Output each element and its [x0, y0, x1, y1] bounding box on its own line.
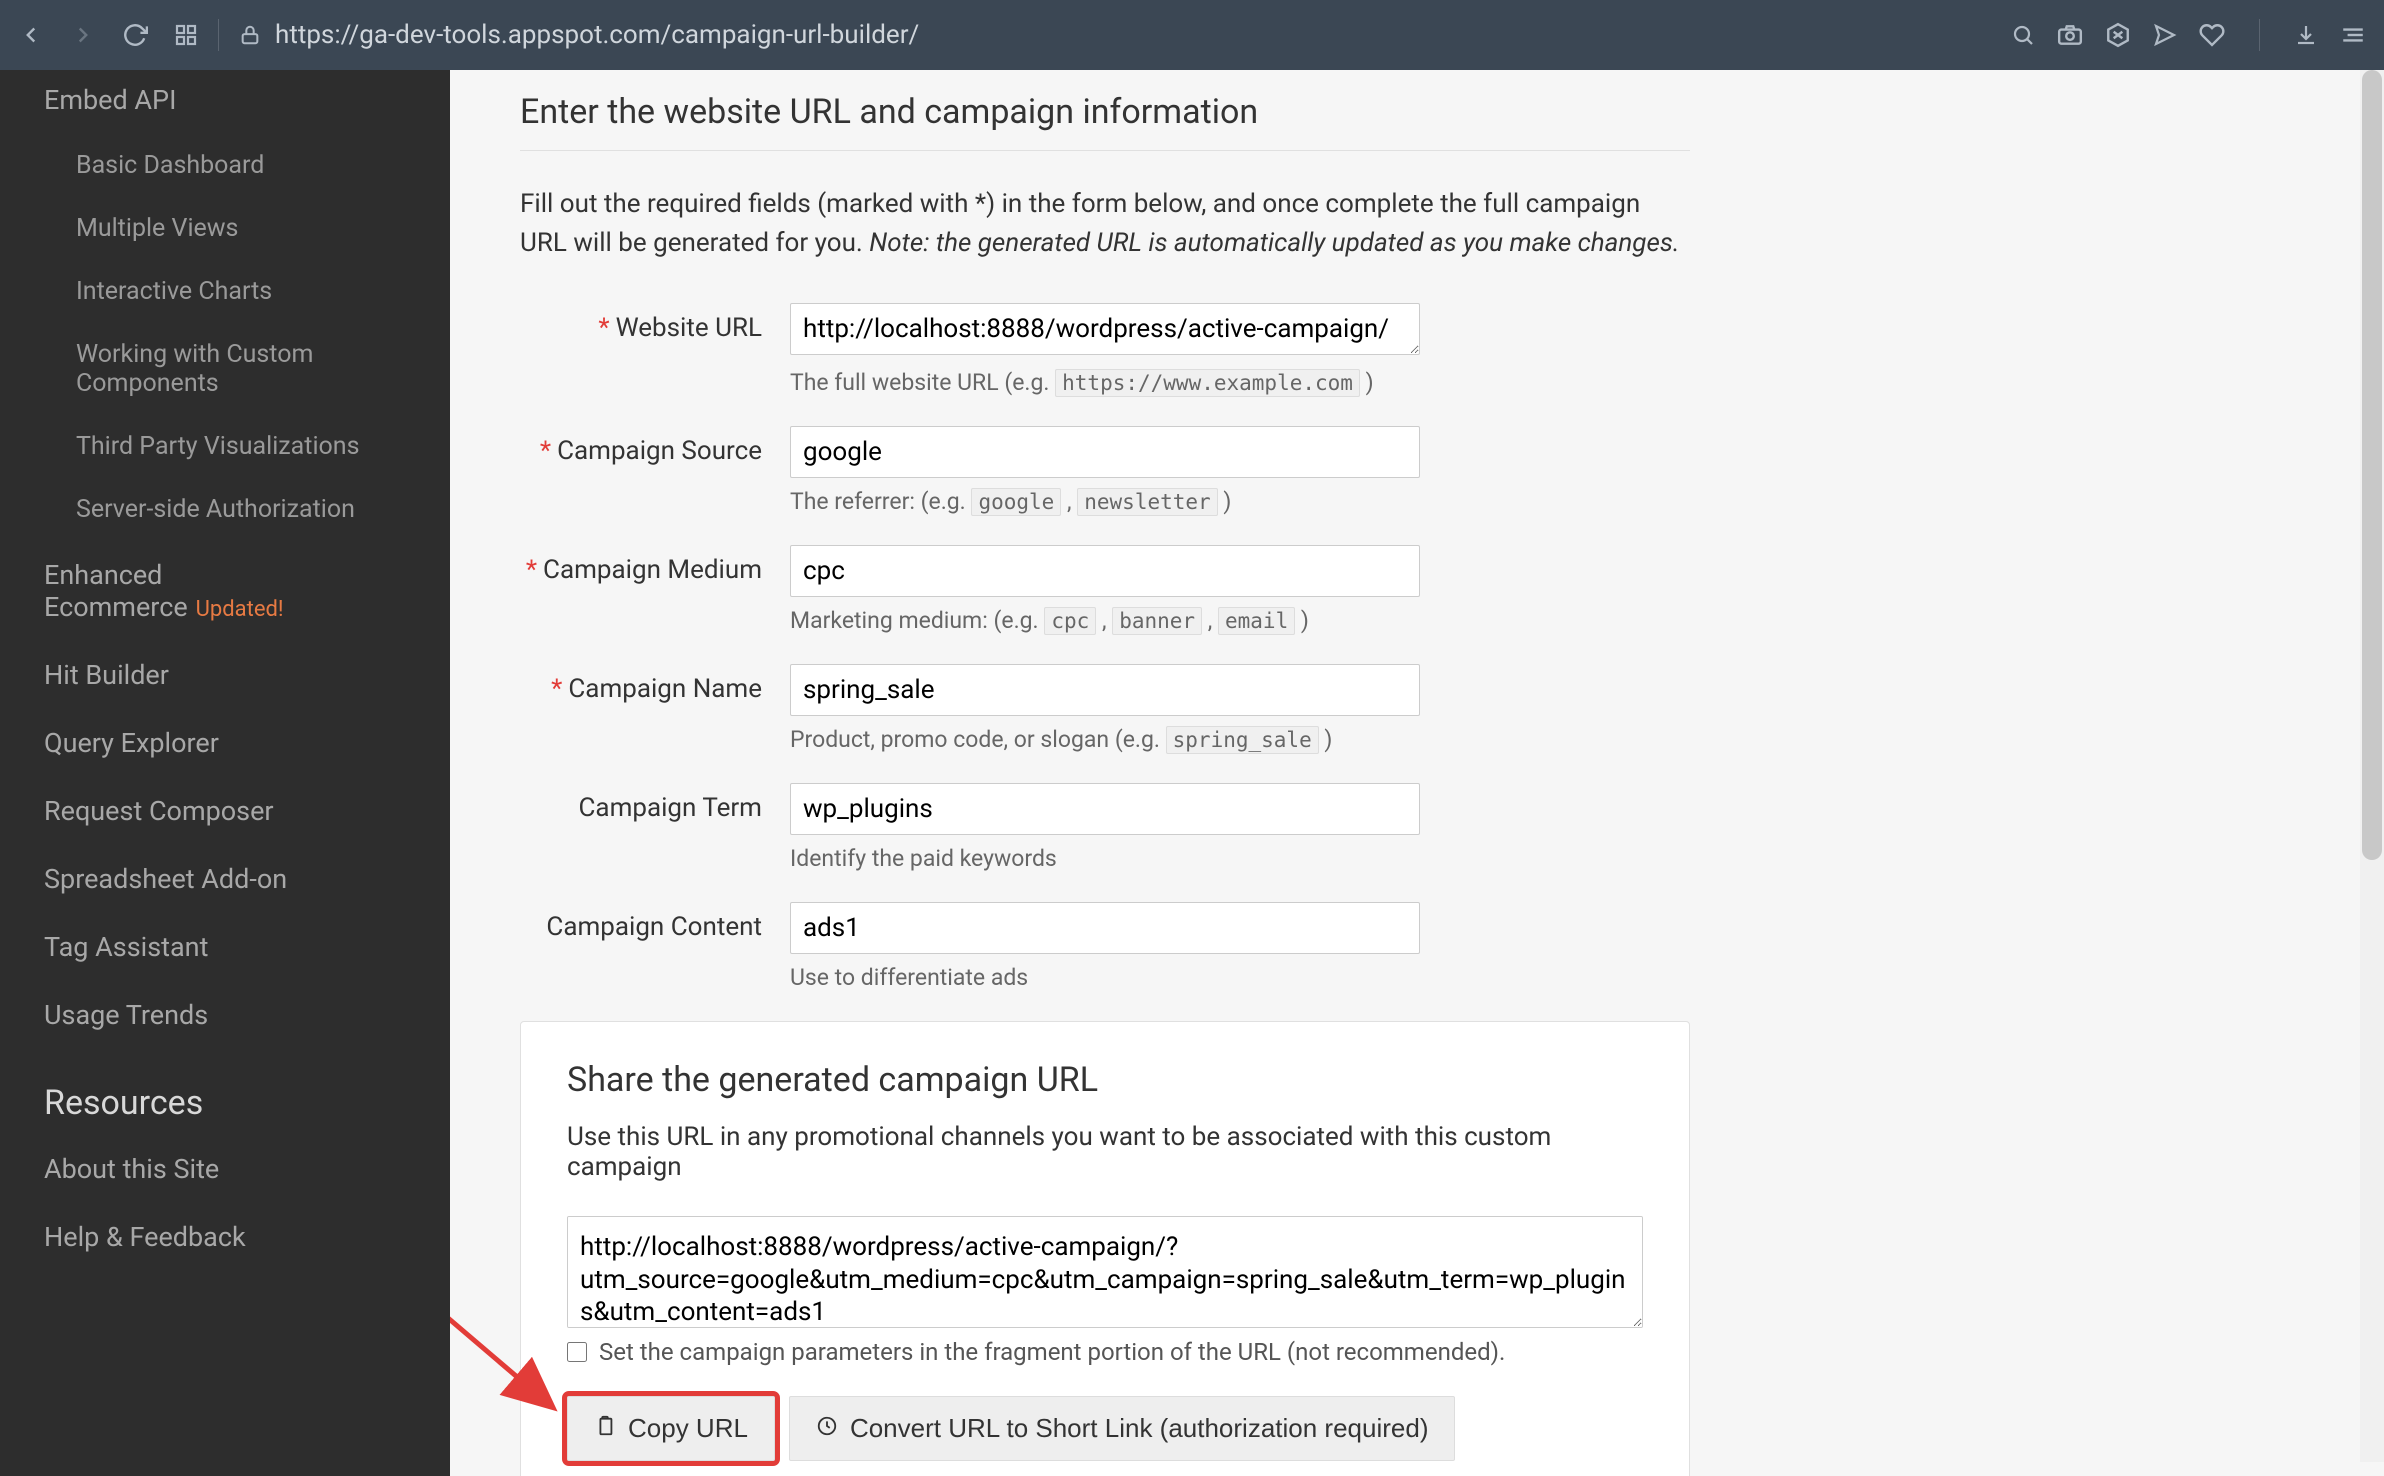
scrollbar[interactable]	[2360, 70, 2384, 1462]
back-icon[interactable]	[18, 22, 44, 48]
sidebar-item-third-party-viz[interactable]: Third Party Visualizations	[0, 415, 450, 478]
campaign-term-input[interactable]	[790, 783, 1420, 835]
sidebar-item-embed-api[interactable]: Embed API	[0, 78, 450, 134]
main-content: Enter the website URL and campaign infor…	[450, 70, 2384, 1476]
updated-badge: Updated!	[196, 597, 284, 622]
heart-icon[interactable]	[2199, 22, 2225, 48]
sidebar-item-enhanced-ecommerce[interactable]: Enhanced EcommerceUpdated!	[0, 541, 450, 641]
sidebar-item-multiple-views[interactable]: Multiple Views	[0, 197, 450, 260]
hint-campaign-name: Product, promo code, or slogan (e.g. spr…	[790, 726, 1420, 753]
download-icon[interactable]	[2294, 23, 2318, 47]
intro-text: Fill out the required fields (marked wit…	[520, 185, 1690, 263]
hint-campaign-term: Identify the paid keywords	[790, 845, 1420, 872]
fragment-checkbox[interactable]	[567, 1342, 587, 1362]
label-campaign-medium: *Campaign Medium	[520, 545, 790, 585]
campaign-medium-input[interactable]	[790, 545, 1420, 597]
search-icon[interactable]	[2011, 23, 2035, 47]
fragment-checkbox-row[interactable]: Set the campaign parameters in the fragm…	[567, 1338, 1643, 1366]
hint-campaign-medium: Marketing medium: (e.g. cpc , banner , e…	[790, 607, 1420, 634]
hint-campaign-content: Use to differentiate ads	[790, 964, 1420, 991]
label-campaign-term: Campaign Term	[520, 783, 790, 823]
menu-icon[interactable]	[2340, 22, 2366, 48]
share-box: Share the generated campaign URL Use thi…	[520, 1021, 1690, 1476]
clipboard-icon	[594, 1413, 616, 1444]
reload-icon[interactable]	[122, 22, 148, 48]
sidebar-item-usage-trends[interactable]: Usage Trends	[0, 981, 450, 1049]
label-campaign-source: *Campaign Source	[520, 426, 790, 466]
sidebar-resources-heading: Resources	[0, 1049, 450, 1135]
campaign-content-input[interactable]	[790, 902, 1420, 954]
website-url-input[interactable]: http://localhost:8888/wordpress/active-c…	[790, 303, 1420, 355]
generated-url-textarea[interactable]: http://localhost:8888/wordpress/active-c…	[567, 1216, 1643, 1328]
label-website-url: *Website URL	[520, 303, 790, 343]
url-text[interactable]: https://ga-dev-tools.appspot.com/campaig…	[275, 20, 919, 50]
camera-icon[interactable]	[2057, 22, 2083, 48]
label-campaign-name: *Campaign Name	[520, 664, 790, 704]
sidebar-item-request-composer[interactable]: Request Composer	[0, 777, 450, 845]
hint-campaign-source: The referrer: (e.g. google , newsletter …	[790, 488, 1420, 515]
sidebar-item-custom-components[interactable]: Working with Custom Components	[0, 323, 450, 415]
convert-url-button[interactable]: Convert URL to Short Link (authorization…	[789, 1396, 1456, 1461]
sidebar-item-help-feedback[interactable]: Help & Feedback	[0, 1203, 450, 1271]
share-desc: Use this URL in any promotional channels…	[567, 1122, 1643, 1182]
forward-icon[interactable]	[70, 22, 96, 48]
sidebar-item-spreadsheet-addon[interactable]: Spreadsheet Add-on	[0, 845, 450, 913]
campaign-name-input[interactable]	[790, 664, 1420, 716]
hint-website-url: The full website URL (e.g. https://www.e…	[790, 369, 1420, 396]
browser-chrome: https://ga-dev-tools.appspot.com/campaig…	[0, 0, 2384, 70]
label-campaign-content: Campaign Content	[520, 902, 790, 942]
sidebar-item-interactive-charts[interactable]: Interactive Charts	[0, 260, 450, 323]
lock-icon	[239, 24, 261, 46]
sidebar-item-basic-dashboard[interactable]: Basic Dashboard	[0, 134, 450, 197]
apps-icon[interactable]	[174, 23, 198, 47]
sidebar-item-query-explorer[interactable]: Query Explorer	[0, 709, 450, 777]
sidebar-item-tag-assistant[interactable]: Tag Assistant	[0, 913, 450, 981]
fragment-checkbox-label: Set the campaign parameters in the fragm…	[599, 1338, 1505, 1366]
sidebar-item-hit-builder[interactable]: Hit Builder	[0, 641, 450, 709]
page-heading: Enter the website URL and campaign infor…	[520, 70, 1690, 151]
share-title: Share the generated campaign URL	[567, 1060, 1643, 1100]
sidebar: Embed API Basic Dashboard Multiple Views…	[0, 70, 450, 1476]
send-icon[interactable]	[2153, 23, 2177, 47]
campaign-source-input[interactable]	[790, 426, 1420, 478]
sidebar-item-about[interactable]: About this Site	[0, 1135, 450, 1203]
sidebar-item-server-side-auth[interactable]: Server-side Authorization	[0, 478, 450, 541]
shield-icon[interactable]	[2105, 22, 2131, 48]
copy-url-button[interactable]: Copy URL	[567, 1396, 775, 1461]
shorten-icon	[816, 1413, 838, 1444]
